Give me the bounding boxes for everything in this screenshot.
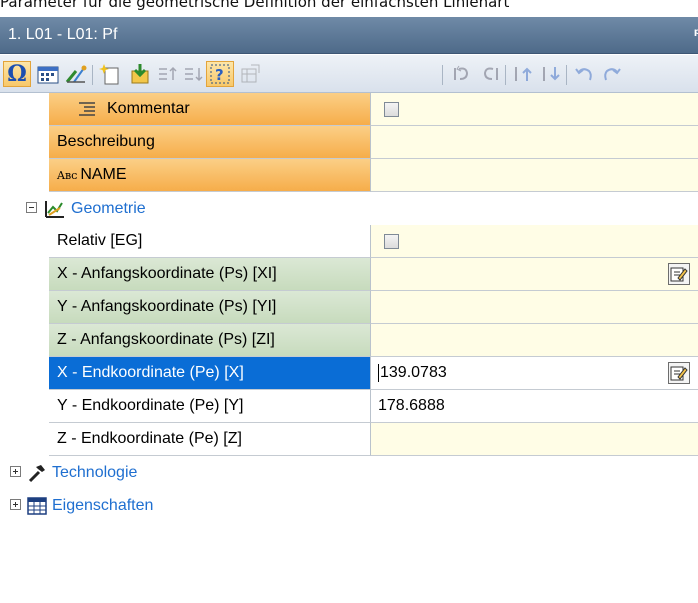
y-start-value[interactable] xyxy=(371,291,698,324)
eigenschaften-group-label: Eigenschaften xyxy=(27,489,153,522)
calendar-icon[interactable] xyxy=(34,61,62,87)
x-start-value[interactable] xyxy=(371,258,698,291)
row-x-end[interactable]: X - Endkoordinate (Pe) [X] 139.0783 xyxy=(0,357,698,390)
geometrie-text: Geometrie xyxy=(71,199,146,217)
geometry-icon xyxy=(44,199,66,219)
import-icon[interactable] xyxy=(126,61,154,87)
page-caption: Parameter für die geometrische Definitio… xyxy=(0,0,510,11)
help-select-icon[interactable]: ? xyxy=(206,61,234,87)
sort-up-icon[interactable] xyxy=(154,61,182,87)
tools-icon[interactable] xyxy=(62,61,90,87)
new-sparkle-icon[interactable] xyxy=(96,61,124,87)
x-end-label: X - Endkoordinate (Pe) [X] xyxy=(57,364,244,381)
y-end-label: Y - Endkoordinate (Pe) [Y] xyxy=(57,397,244,414)
redo-icon[interactable] xyxy=(476,61,504,87)
move-down-icon[interactable] xyxy=(537,61,565,87)
row-label: X - Anfangskoordinate (Ps) [XI] xyxy=(49,258,371,291)
comment-icon xyxy=(77,101,97,117)
name-label: NAME xyxy=(80,166,127,183)
geometrie-group-label: Geometrie xyxy=(44,192,146,225)
relativ-label: Relativ [EG] xyxy=(57,232,143,249)
rotate-left-icon[interactable] xyxy=(570,61,598,87)
sort-down-icon[interactable] xyxy=(180,61,208,87)
pin-icon[interactable]: ᵖ xyxy=(694,25,698,43)
row-y-start[interactable]: Y - Anfangskoordinate (Ps) [YI] xyxy=(0,291,698,324)
group-geometrie[interactable]: Geometrie xyxy=(0,192,698,225)
move-up-icon[interactable] xyxy=(509,61,537,87)
row-z-end[interactable]: Z - Endkoordinate (Pe) [Z] xyxy=(0,423,698,456)
row-y-end[interactable]: Y - Endkoordinate (Pe) [Y] 178.6888 xyxy=(0,390,698,423)
technologie-text: Technologie xyxy=(52,463,138,481)
row-x-start[interactable]: X - Anfangskoordinate (Ps) [XI] xyxy=(0,258,698,291)
relativ-value[interactable] xyxy=(371,225,698,258)
name-value[interactable] xyxy=(371,159,698,192)
row-label: Kommentar xyxy=(49,93,371,126)
expand-icon[interactable] xyxy=(10,466,21,477)
eigenschaften-text: Eigenschaften xyxy=(52,496,154,514)
z-start-value[interactable] xyxy=(371,324,698,357)
svg-text:?: ? xyxy=(215,66,224,84)
row-label: Z - Endkoordinate (Pe) [Z] xyxy=(49,423,371,456)
rotate-right-icon[interactable] xyxy=(598,61,626,87)
panel-title-bar: 1. L01 - L01: Pf ᵖ xyxy=(0,17,698,54)
toolbar: Ω ? xyxy=(0,55,698,93)
row-kommentar[interactable]: Kommentar xyxy=(0,93,698,126)
relativ-checkbox[interactable] xyxy=(384,233,399,249)
row-label: Beschreibung xyxy=(49,126,371,159)
row-label: Y - Endkoordinate (Pe) [Y] xyxy=(49,390,371,423)
kommentar-label: Kommentar xyxy=(107,100,190,117)
beschreibung-label: Beschreibung xyxy=(57,133,155,150)
row-beschreibung[interactable]: Beschreibung xyxy=(0,126,698,159)
edit-icon[interactable] xyxy=(668,263,690,285)
row-label: Z - Anfangskoordinate (Ps) [ZI] xyxy=(49,324,371,357)
kommentar-checkbox[interactable] xyxy=(384,101,399,117)
edit-icon[interactable] xyxy=(668,362,690,384)
beschreibung-value[interactable] xyxy=(371,126,698,159)
properties-grid-icon xyxy=(27,496,47,516)
omega-icon[interactable]: Ω xyxy=(3,61,31,87)
z-start-label: Z - Anfangskoordinate (Ps) [ZI] xyxy=(57,331,275,348)
hammer-icon xyxy=(27,463,47,483)
x-end-input[interactable]: 139.0783 xyxy=(380,364,447,382)
y-end-value[interactable]: 178.6888 xyxy=(371,390,698,423)
x-end-value[interactable]: 139.0783 xyxy=(371,357,698,390)
group-technologie[interactable]: Technologie xyxy=(0,456,698,489)
row-name[interactable]: Aʙᴄ NAME xyxy=(0,159,698,192)
row-label: Relativ [EG] xyxy=(49,225,371,258)
y-end-input[interactable]: 178.6888 xyxy=(378,397,445,415)
undo-icon[interactable] xyxy=(448,61,476,87)
y-start-label: Y - Anfangskoordinate (Ps) [YI] xyxy=(57,298,277,315)
kommentar-value[interactable] xyxy=(371,93,698,126)
row-label: X - Endkoordinate (Pe) [X] xyxy=(49,357,371,390)
property-grid: Kommentar Beschreibung Aʙᴄ NAME Geometri… xyxy=(0,93,698,603)
z-end-value[interactable] xyxy=(371,423,698,456)
technologie-group-label: Technologie xyxy=(27,456,137,489)
panel-title: 1. L01 - L01: Pf xyxy=(8,26,118,43)
row-label: Y - Anfangskoordinate (Ps) [YI] xyxy=(49,291,371,324)
expand-icon[interactable] xyxy=(10,499,21,510)
grid-disabled-icon[interactable] xyxy=(236,61,264,87)
row-z-start[interactable]: Z - Anfangskoordinate (Ps) [ZI] xyxy=(0,324,698,357)
row-relativ[interactable]: Relativ [EG] xyxy=(0,225,698,258)
collapse-icon[interactable] xyxy=(26,202,37,213)
group-eigenschaften[interactable]: Eigenschaften xyxy=(0,489,698,522)
x-start-label: X - Anfangskoordinate (Ps) [XI] xyxy=(57,265,277,282)
z-end-label: Z - Endkoordinate (Pe) [Z] xyxy=(57,430,242,447)
row-label: Aʙᴄ NAME xyxy=(49,159,371,192)
text-type-icon: Aʙᴄ xyxy=(57,168,78,182)
